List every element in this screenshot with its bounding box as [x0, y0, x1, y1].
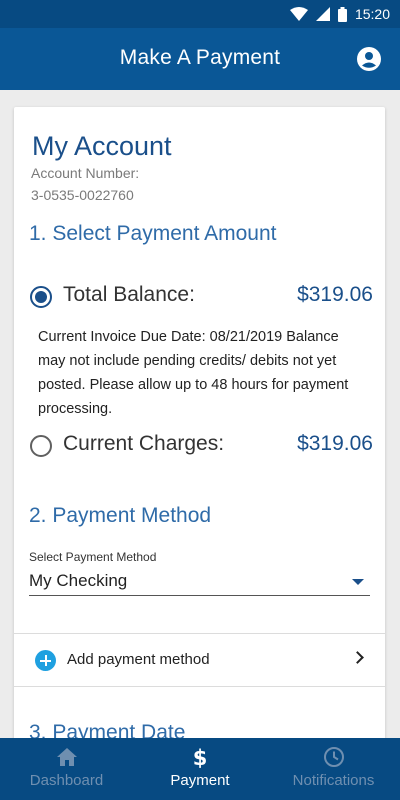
divider: [14, 686, 385, 687]
option-amount: $319.06: [297, 283, 373, 306]
page-title: Make A Payment: [119, 46, 281, 69]
nav-payment[interactable]: $ Payment: [133, 738, 267, 800]
nav-label: Dashboard: [29, 772, 104, 789]
account-circle-icon: [357, 47, 381, 71]
add-payment-method-row[interactable]: Add payment method: [14, 634, 385, 686]
add-payment-method-label: Add payment method: [67, 651, 210, 668]
caret-down-icon: [352, 579, 364, 585]
clock-icon: [323, 747, 344, 767]
option-label: Total Balance:: [63, 283, 195, 306]
svg-text:$: $: [193, 746, 208, 768]
option-current-charges[interactable]: Current Charges: $319.06: [28, 431, 373, 461]
radio-current-charges[interactable]: [30, 435, 52, 457]
battery-icon: [337, 6, 347, 22]
chevron-right-icon: [351, 651, 364, 664]
payment-card: My Account Account Number: 3-0535-002276…: [14, 107, 385, 747]
nav-dashboard[interactable]: Dashboard: [0, 738, 133, 800]
payment-method-select[interactable]: My Checking: [29, 569, 370, 596]
status-time: 15:20: [354, 6, 390, 22]
account-number-label: Account Number:: [31, 165, 140, 181]
select-value: My Checking: [29, 571, 128, 590]
wifi-icon: [289, 7, 308, 21]
add-circle-icon: [35, 650, 56, 671]
account-title: My Account: [32, 131, 172, 161]
radio-total-balance[interactable]: [30, 286, 52, 308]
nav-label: Notifications: [292, 772, 375, 789]
select-payment-method-label: Select Payment Method: [29, 550, 157, 564]
dollar-icon: $: [193, 746, 208, 768]
section-select-amount-title: 1. Select Payment Amount: [29, 222, 277, 245]
option-total-balance[interactable]: Total Balance: $319.06: [28, 282, 373, 312]
status-icons: 15:20: [289, 6, 390, 22]
app-bar: Make A Payment: [0, 28, 400, 90]
status-bar: 15:20: [0, 0, 400, 28]
nav-label: Payment: [170, 772, 230, 789]
signal-icon: [315, 7, 330, 21]
section-payment-method-title: 2. Payment Method: [29, 504, 212, 527]
profile-button[interactable]: [356, 46, 382, 72]
option-label: Current Charges:: [63, 432, 225, 455]
account-number: 3-0535-0022760: [31, 187, 134, 203]
option-amount: $319.06: [297, 432, 373, 455]
home-icon: [56, 748, 77, 766]
bottom-navigation: Dashboard $ Payment Notifications: [0, 738, 400, 800]
balance-note: Current Invoice Due Date: 08/21/2019 Bal…: [38, 329, 349, 417]
nav-notifications[interactable]: Notifications: [267, 738, 400, 800]
